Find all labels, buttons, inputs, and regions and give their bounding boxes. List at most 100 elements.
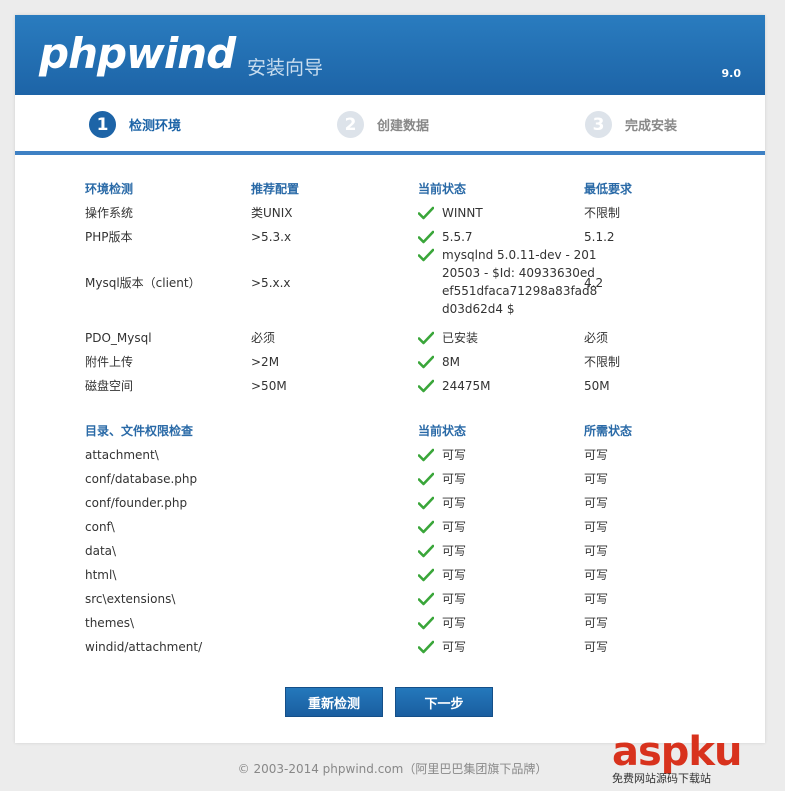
perm-required: 可写	[584, 544, 609, 558]
check-icon	[418, 520, 434, 534]
env-current-value: mysqlnd 5.0.11-dev - 20120503 - $Id: 409…	[442, 248, 598, 316]
env-current-status: 已安装	[418, 329, 478, 347]
check-icon	[418, 496, 434, 510]
perm-current-status: 可写	[418, 494, 466, 512]
env-recommended: >50M	[251, 379, 287, 393]
step-number: 3	[585, 111, 612, 138]
env-current-value: WINNT	[442, 206, 483, 220]
perm-path: conf/database.php	[85, 472, 198, 486]
perm-current-status: 可写	[418, 590, 466, 608]
check-icon	[418, 544, 434, 558]
check-icon	[418, 472, 434, 486]
check-icon	[418, 331, 434, 345]
env-item: PHP版本	[85, 230, 133, 244]
env-recommended: 类UNIX	[251, 206, 293, 220]
table-row: src\extensions\ 可写 可写	[85, 590, 695, 614]
perm-required: 可写	[584, 472, 609, 486]
perm-required: 可写	[584, 616, 609, 630]
perm-current-status: 可写	[418, 518, 466, 536]
check-icon	[418, 230, 434, 244]
check-icon	[418, 592, 434, 606]
env-item: 操作系统	[85, 206, 134, 220]
table-row: PHP版本 >5.3.x 5.5.7 5.1.2	[85, 228, 695, 252]
perm-path: windid/attachment/	[85, 640, 203, 654]
step-finish-install: 3 完成安装	[585, 111, 677, 138]
watermark-tagline: 免费网站源码下载站	[612, 772, 711, 785]
step-number: 2	[337, 111, 364, 138]
env-item: PDO_Mysql	[85, 331, 152, 345]
table-row: conf/database.php 可写 可写	[85, 470, 695, 494]
perm-current-value: 可写	[442, 568, 467, 582]
watermark-brand: aspku	[612, 729, 743, 775]
check-icon	[418, 568, 434, 582]
env-current-value: 5.5.7	[442, 230, 473, 244]
step-label: 检测环境	[129, 119, 182, 134]
table-header-row: 环境检测 推荐配置 当前状态 最低要求	[85, 180, 695, 204]
perm-required: 可写	[584, 520, 609, 534]
perm-current-value: 可写	[442, 592, 467, 606]
env-current-status: 5.5.7	[418, 228, 473, 246]
env-current-value: 8M	[442, 355, 460, 369]
table-row: conf/founder.php 可写 可写	[85, 494, 695, 518]
env-minimum: 不限制	[584, 355, 621, 369]
step-label: 创建数据	[377, 119, 430, 134]
env-minimum: 5.1.2	[584, 230, 615, 244]
env-item: 附件上传	[85, 355, 134, 369]
column-header: 当前状态	[418, 424, 467, 438]
column-header: 环境检测	[85, 182, 134, 196]
perm-current-status: 可写	[418, 614, 466, 632]
perm-current-value: 可写	[442, 448, 467, 462]
perm-current-value: 可写	[442, 472, 467, 486]
column-header: 所需状态	[584, 424, 633, 438]
env-minimum: 50M	[584, 379, 610, 393]
column-header: 推荐配置	[251, 182, 300, 196]
step-number: 1	[89, 111, 116, 138]
check-icon	[418, 640, 434, 654]
env-current-value: 已安装	[442, 331, 479, 345]
watermark-logo: aspku 免费网站源码下载站	[612, 730, 782, 788]
perm-required: 可写	[584, 592, 609, 606]
table-row: Mysql版本（client） >5.x.x mysqlnd 5.0.11-dev …	[85, 248, 695, 329]
environment-check-table: 环境检测 推荐配置 当前状态 最低要求 操作系统 类UNIX WINNT 不限制 PHP…	[85, 180, 695, 401]
table-row: 操作系统 类UNIX WINNT 不限制	[85, 204, 695, 228]
check-icon	[418, 448, 434, 462]
table-row: 磁盘空间 >50M 24475M 50M	[85, 377, 695, 401]
next-step-button[interactable]: 下一步	[395, 687, 493, 717]
check-icon	[418, 355, 434, 369]
table-row: 附件上传 >2M 8M 不限制	[85, 353, 695, 377]
perm-path: html\	[85, 568, 117, 582]
env-current-status: WINNT	[418, 204, 483, 222]
env-current-status: 24475M	[418, 377, 491, 395]
table-row: PDO_Mysql 必须 已安装 必须	[85, 329, 695, 353]
env-item: Mysql版本（client）	[85, 276, 201, 290]
check-icon	[418, 379, 434, 393]
perm-path: attachment\	[85, 448, 159, 462]
env-recommended: >5.3.x	[251, 230, 292, 244]
logo: phpwind	[39, 29, 236, 78]
perm-required: 可写	[584, 448, 609, 462]
env-recommended: >2M	[251, 355, 280, 369]
check-icon	[418, 616, 434, 630]
env-item: 磁盘空间	[85, 379, 134, 393]
installer-panel: phpwind 安装向导 9.0 1 检测环境 2 创建数据 3 完成安装 环境…	[15, 15, 765, 743]
column-header: 最低要求	[584, 182, 633, 196]
env-recommended: >5.x.x	[251, 276, 291, 290]
env-current-status: mysqlnd 5.0.11-dev - 20120503 - $Id: 409…	[418, 246, 602, 318]
perm-current-status: 可写	[418, 446, 466, 464]
perm-path: data\	[85, 544, 117, 558]
table-row: html\ 可写 可写	[85, 566, 695, 590]
table-row: windid/attachment/可写 可写	[85, 638, 695, 662]
table-row: themes\ 可写 可写	[85, 614, 695, 638]
recheck-button[interactable]: 重新检测	[285, 687, 383, 717]
perm-path: src\extensions\	[85, 592, 176, 606]
column-header: 目录、文件权限检查	[85, 424, 194, 438]
env-minimum: 4.2	[584, 276, 604, 290]
env-minimum: 不限制	[584, 206, 621, 220]
perm-current-value: 可写	[442, 496, 467, 510]
perm-current-status: 可写	[418, 638, 466, 656]
step-check-environment: 1 检测环境	[89, 111, 181, 138]
perm-current-status: 可写	[418, 566, 466, 584]
table-row: data\ 可写 可写	[85, 542, 695, 566]
table-row: attachment\ 可写 可写	[85, 446, 695, 470]
table-row: conf\ 可写 可写	[85, 518, 695, 542]
